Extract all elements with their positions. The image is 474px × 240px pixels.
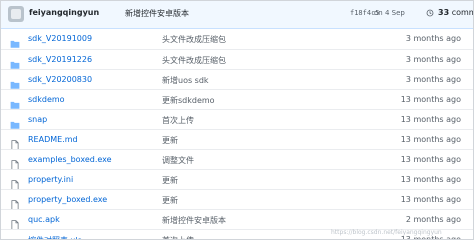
file-age: 13 months ago — [400, 135, 461, 144]
file-row[interactable]: quc.apk 新增控件安卓版本 2 months ago — [1, 209, 473, 230]
file-commit-message-link[interactable]: 头文件改成压缩包 — [162, 55, 226, 66]
file-age: 13 months ago — [400, 175, 461, 184]
file-age: 13 months ago — [400, 195, 461, 204]
file-name-link[interactable]: property_boxed.exe — [28, 195, 107, 204]
latest-commit-bar: feiyangqingyun 新增控件安卓版本 f18f4c5 on 4 Sep… — [1, 1, 473, 29]
file-row[interactable]: README.md 更新 13 months ago — [1, 129, 473, 150]
avatar[interactable] — [8, 6, 24, 22]
file-commit-message-link[interactable]: 头文件改成压缩包 — [162, 34, 226, 45]
file-name-link[interactable]: sdk_V20191009 — [28, 34, 92, 43]
file-row[interactable]: examples_boxed.exe 调整文件 13 months ago — [1, 149, 473, 170]
folder-icon — [10, 34, 20, 48]
file-commit-message-link[interactable]: 更新 — [162, 175, 178, 186]
file-browser: feiyangqingyun 新增控件安卓版本 f18f4c5 on 4 Sep… — [0, 0, 474, 240]
file-row[interactable]: sdk_V20191226 头文件改成压缩包 3 months ago — [1, 49, 473, 69]
file-name-link[interactable]: examples_boxed.exe — [28, 155, 112, 164]
file-age: 3 months ago — [405, 34, 461, 43]
file-icon — [10, 195, 20, 210]
folder-icon — [10, 75, 20, 89]
file-commit-message-link[interactable]: 首次上传 — [162, 235, 194, 239]
file-icon — [10, 135, 20, 150]
file-icon — [10, 175, 20, 190]
file-row[interactable]: sdk_V20191009 头文件改成压缩包 3 months ago — [1, 29, 473, 49]
file-row[interactable]: property_boxed.exe 更新 13 months ago — [1, 189, 473, 210]
file-icon — [10, 215, 20, 230]
file-name-link[interactable]: sdkdemo — [28, 95, 65, 104]
commit-message-link[interactable]: 新增控件安卓版本 — [125, 8, 189, 19]
history-icon[interactable] — [426, 9, 434, 17]
file-commit-message-link[interactable]: 更新 — [162, 135, 178, 146]
commit-count-number: 33 — [438, 8, 450, 17]
folder-icon — [10, 95, 20, 109]
file-age: 3 months ago — [405, 75, 461, 84]
file-row[interactable]: property.ini 更新 13 months ago — [1, 169, 473, 190]
file-age: 3 months ago — [405, 55, 461, 64]
file-age: 2 months ago — [405, 215, 461, 224]
file-icon — [10, 235, 20, 239]
file-age: 13 months ago — [400, 95, 461, 104]
file-commit-message-link[interactable]: 新增控件安卓版本 — [162, 215, 226, 226]
file-commit-message-link[interactable]: 首次上传 — [162, 115, 194, 126]
file-name-link[interactable]: 控件对照表.xls — [28, 235, 82, 239]
file-row[interactable]: sdkdemo 更新sdkdemo 13 months ago — [1, 89, 473, 109]
commit-date: on 4 Sep — [374, 9, 405, 17]
file-list: sdk_V20191009 头文件改成压缩包 3 months ago sdk_V20… — [1, 29, 473, 239]
folder-icon — [10, 115, 20, 129]
watermark: https://blog.csdn.net/feiyangqingyun — [331, 229, 442, 236]
file-commit-message-link[interactable]: 调整文件 — [162, 155, 194, 166]
folder-icon — [10, 55, 20, 69]
file-name-link[interactable]: sdk_V20200830 — [28, 75, 92, 84]
file-name-link[interactable]: README.md — [28, 135, 78, 144]
file-icon — [10, 155, 20, 170]
file-commit-message-link[interactable]: 新增uos sdk — [162, 75, 209, 86]
file-name-link[interactable]: snap — [28, 115, 47, 124]
file-commit-message-link[interactable]: 更新 — [162, 195, 178, 206]
file-commit-message-link[interactable]: 更新sdkdemo — [162, 95, 215, 106]
file-name-link[interactable]: quc.apk — [28, 215, 60, 224]
file-name-link[interactable]: sdk_V20191226 — [28, 55, 92, 64]
commit-count-link[interactable]: 33 commits — [438, 8, 473, 17]
file-name-link[interactable]: property.ini — [28, 175, 73, 184]
commit-count-label: commits — [451, 8, 473, 17]
file-row[interactable]: snap 首次上传 13 months ago — [1, 109, 473, 129]
file-row[interactable]: sdk_V20200830 新增uos sdk 3 months ago — [1, 69, 473, 89]
file-age: 13 months ago — [400, 155, 461, 164]
file-age: 13 months ago — [400, 115, 461, 124]
commit-author-link[interactable]: feiyangqingyun — [29, 8, 99, 17]
